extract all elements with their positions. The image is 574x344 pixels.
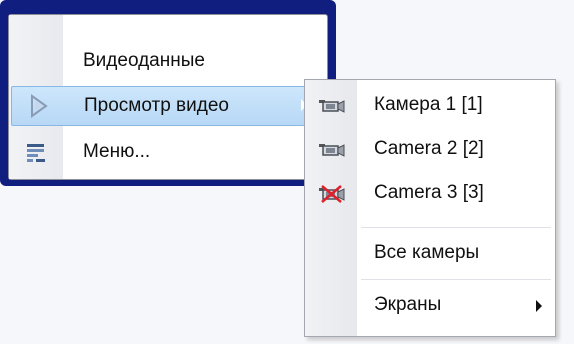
submenu-item-label: Camera 3 [3] bbox=[374, 182, 484, 203]
submenu-item-label: Камера 1 [1] bbox=[374, 94, 483, 115]
parent-window-frame: Видеоданные Просмотр видео Меню... bbox=[0, 0, 336, 186]
menu-item-view-video[interactable]: Просмотр видео bbox=[11, 86, 325, 126]
menu-item-label: Видеоданные bbox=[83, 50, 205, 71]
submenu-item-label: Экраны bbox=[374, 294, 442, 315]
submenu-item-all-cameras[interactable]: Все камеры bbox=[305, 234, 555, 272]
submenu-item-camera-2[interactable]: Camera 2 [2] bbox=[305, 130, 555, 168]
menu-item-menu[interactable]: Меню... bbox=[9, 133, 327, 171]
context-menu: Видеоданные Просмотр видео Меню... bbox=[8, 14, 328, 180]
submenu-separator bbox=[361, 279, 551, 280]
submenu-item-camera-3[interactable]: Camera 3 [3] bbox=[305, 174, 555, 212]
menu-list-icon bbox=[23, 140, 49, 164]
submenu-item-camera-1[interactable]: Камера 1 [1] bbox=[305, 86, 555, 124]
submenu-item-screens[interactable]: Экраны bbox=[305, 286, 555, 324]
submenu-arrow-icon bbox=[535, 299, 543, 317]
menu-item-label: Меню... bbox=[83, 141, 151, 162]
camera-icon bbox=[317, 141, 347, 159]
camera-icon bbox=[317, 97, 347, 115]
play-arrow-icon bbox=[26, 94, 52, 118]
submenu-item-label: Camera 2 [2] bbox=[374, 138, 484, 159]
menu-item-label: Просмотр видео bbox=[84, 95, 229, 116]
menu-item-video-data[interactable]: Видеоданные bbox=[9, 42, 327, 80]
submenu-separator bbox=[361, 227, 551, 228]
camera-disabled-icon bbox=[317, 185, 347, 203]
video-submenu: Камера 1 [1] Camera 2 [2] Camera 3 [3] В… bbox=[304, 79, 556, 337]
submenu-item-label: Все камеры bbox=[374, 242, 480, 263]
